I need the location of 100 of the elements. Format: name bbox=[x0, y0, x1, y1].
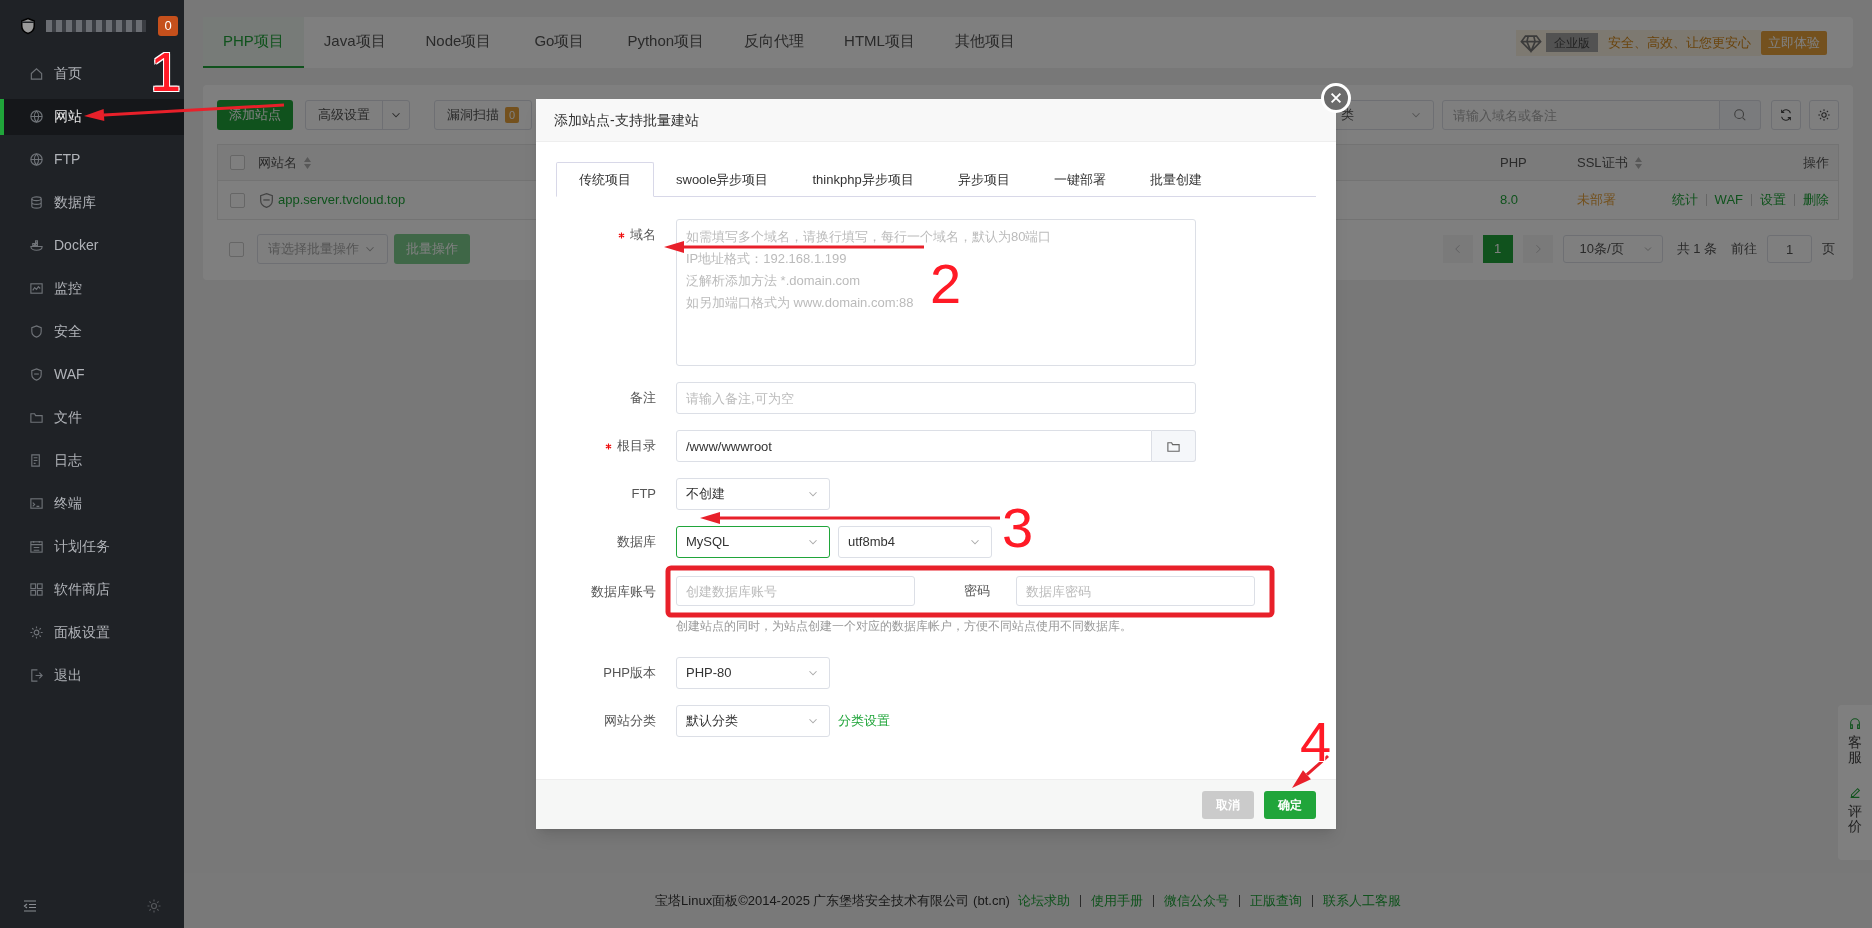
confirm-button[interactable]: 确定 bbox=[1264, 790, 1316, 819]
sidebar-item[interactable]: 安全 bbox=[0, 313, 140, 350]
sidebar-item[interactable]: 软件商店 bbox=[0, 571, 140, 608]
globe-icon bbox=[29, 152, 44, 167]
row-action-link[interactable]: WAF bbox=[1714, 190, 1743, 210]
annotation-number: 4 bbox=[1300, 714, 1332, 770]
sidebar-item[interactable]: 计划任务 bbox=[0, 528, 140, 565]
annotation-number: 3 bbox=[1002, 500, 1034, 556]
row-action-link[interactable]: 统计 bbox=[1671, 190, 1698, 210]
database-user-input[interactable]: 创建数据库账号 bbox=[676, 576, 915, 606]
dialog-title: 添加站点-支持批量建站 bbox=[554, 110, 699, 130]
sidebar-item[interactable]: 文件 bbox=[0, 399, 140, 436]
sidebar-item[interactable]: 数据库 bbox=[0, 184, 140, 221]
category-settings-link[interactable]: 分类设置 bbox=[838, 711, 890, 731]
whale-icon bbox=[29, 238, 44, 253]
dropdown-select[interactable]: utf8mb4 bbox=[838, 526, 992, 558]
field-label: PHP版本 bbox=[603, 664, 656, 683]
dialog-tab[interactable]: 异步项目 bbox=[935, 162, 1032, 197]
page-size-select[interactable]: 10条/页 bbox=[1562, 235, 1663, 263]
sidebar-item[interactable]: 退出 bbox=[0, 657, 140, 694]
dialog-tab[interactable]: 传统项目 bbox=[556, 162, 654, 197]
add-site-button[interactable]: 添加站点 bbox=[217, 100, 293, 130]
page-unit: 页 bbox=[1822, 240, 1835, 259]
sort-icon[interactable] bbox=[1633, 155, 1643, 170]
project-tab[interactable]: 其他项目 bbox=[934, 17, 1035, 68]
root-path-input[interactable]: /www/wwwroot bbox=[676, 430, 1152, 462]
close-icon bbox=[1329, 91, 1343, 105]
notification-badge[interactable]: 0 bbox=[158, 16, 178, 36]
field-label: 域名 bbox=[630, 226, 656, 245]
folder-icon bbox=[29, 410, 44, 425]
project-tab[interactable]: Python项目 bbox=[607, 17, 725, 68]
checkbox[interactable] bbox=[230, 192, 245, 208]
checkbox[interactable] bbox=[230, 155, 245, 170]
sidebar-item[interactable]: WAF bbox=[0, 356, 140, 393]
php-version[interactable]: 8.0 bbox=[1500, 190, 1577, 210]
globe-icon bbox=[29, 109, 44, 124]
checkbox[interactable] bbox=[229, 241, 244, 257]
remark-input[interactable]: 请输入备注,可为空 bbox=[676, 382, 1196, 414]
dialog-tab[interactable]: thinkphp异步项目 bbox=[790, 162, 936, 197]
sidebar-item[interactable]: 面板设置 bbox=[0, 614, 140, 651]
field-label: FTP bbox=[631, 485, 656, 504]
footer-link[interactable]: 微信公众号 bbox=[1163, 890, 1229, 911]
sort-icon[interactable] bbox=[303, 155, 312, 170]
project-tab[interactable]: HTML项目 bbox=[824, 17, 935, 68]
float-button[interactable]: 客服 bbox=[1848, 735, 1862, 766]
database-password-input[interactable]: 数据库密码 bbox=[1016, 576, 1255, 606]
site-name-link[interactable]: app.server.tvcloud.top bbox=[278, 190, 406, 210]
shield-icon bbox=[29, 367, 44, 382]
field-label: 备注 bbox=[630, 389, 656, 408]
advanced-settings-button[interactable]: 高级设置 bbox=[305, 100, 410, 130]
sidebar-item[interactable]: 终端 bbox=[0, 485, 140, 522]
sidebar-item[interactable]: Docker bbox=[0, 227, 140, 264]
shield-icon bbox=[29, 324, 44, 339]
project-tab[interactable]: Node项目 bbox=[405, 17, 512, 68]
count-badge: 0 bbox=[505, 106, 520, 124]
goto-label: 前往 bbox=[1731, 240, 1757, 259]
dropdown-select[interactable]: MySQL bbox=[676, 526, 830, 558]
sidebar-item[interactable]: 网站 bbox=[0, 98, 184, 135]
next-page-button[interactable] bbox=[1522, 235, 1553, 263]
project-tab[interactable]: Go项目 bbox=[511, 17, 608, 68]
annotation-number: 1 bbox=[150, 44, 182, 100]
sidebar-item[interactable]: FTP bbox=[0, 141, 140, 178]
sidebar-item[interactable]: 日志 bbox=[0, 442, 140, 479]
field-label: 网站分类 bbox=[604, 712, 656, 731]
dropdown-select[interactable]: 不创建 bbox=[676, 478, 830, 510]
vulnerability-scan-button[interactable]: 漏洞扫描 0 bbox=[434, 100, 533, 130]
footer-link[interactable]: 论坛求助 bbox=[1017, 890, 1070, 911]
project-tab[interactable]: Java项目 bbox=[303, 17, 406, 68]
calendar-icon bbox=[29, 539, 44, 554]
page-input[interactable]: 1 bbox=[1767, 235, 1812, 263]
dialog-tab[interactable]: swoole异步项目 bbox=[654, 162, 791, 197]
monitor-icon bbox=[29, 281, 44, 296]
column-header: 网站名 bbox=[258, 153, 297, 172]
dropdown-select[interactable]: PHP-80 bbox=[676, 657, 830, 689]
page-button[interactable]: 1 bbox=[1482, 235, 1513, 263]
search-icon bbox=[1733, 108, 1747, 122]
footer-link[interactable]: 联系人工客服 bbox=[1322, 890, 1401, 911]
project-tab[interactable]: PHP项目 bbox=[203, 17, 304, 68]
row-action-link[interactable]: 删除 bbox=[1803, 190, 1829, 210]
sidebar-item[interactable]: 监控 bbox=[0, 270, 140, 307]
dialog-tab[interactable]: 批量创建 bbox=[1127, 162, 1224, 197]
row-action-link[interactable]: 设置 bbox=[1760, 190, 1786, 210]
footer-link[interactable]: 使用手册 bbox=[1090, 890, 1143, 911]
sidebar-item[interactable]: 首页 bbox=[0, 55, 140, 92]
dialog-tab[interactable]: 一键部署 bbox=[1031, 162, 1128, 197]
footer-link[interactable]: 正版查询 bbox=[1249, 890, 1302, 911]
logout-icon bbox=[29, 668, 44, 683]
promo-slogan: 安全、高效、让您更安心 bbox=[1607, 33, 1752, 52]
folder-button[interactable] bbox=[1152, 430, 1196, 462]
column-header: SSL证书 bbox=[1577, 153, 1628, 172]
settings-icon bbox=[146, 898, 162, 914]
field-label: 密码 bbox=[963, 582, 990, 601]
project-tab[interactable]: 反向代理 bbox=[724, 17, 825, 68]
dropdown-select[interactable]: 默认分类 bbox=[676, 705, 830, 737]
refresh-button[interactable] bbox=[1771, 100, 1801, 130]
field-label: 数据库账号 bbox=[591, 583, 656, 602]
float-button[interactable]: 评价 bbox=[1848, 803, 1862, 835]
settings-button[interactable] bbox=[1809, 100, 1839, 130]
search-button[interactable] bbox=[1720, 100, 1761, 130]
previous-page-button[interactable] bbox=[1442, 235, 1473, 263]
